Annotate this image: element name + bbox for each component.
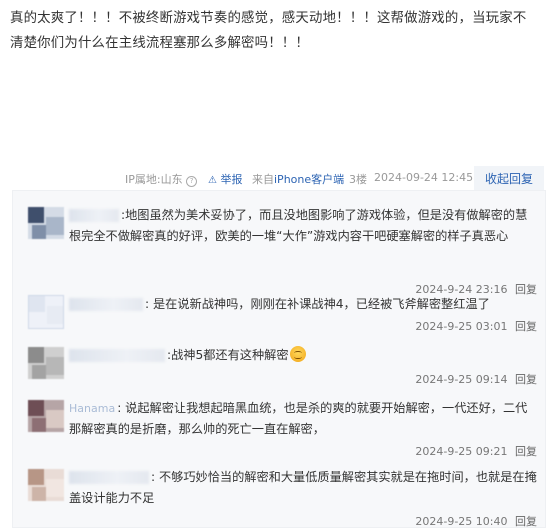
reply-button[interactable]: 回复 xyxy=(515,320,537,333)
reply-content: : 不够巧妙恰当的解密和大量低质量解密其实就是在拖时间，也就是在掩盖设计能力不足 xyxy=(69,467,539,509)
reply-text: :战神5都还有这种解密 xyxy=(167,348,289,362)
help-circle-icon: ? xyxy=(186,176,198,187)
reply-button[interactable]: 回复 xyxy=(515,373,537,386)
avatar[interactable] xyxy=(28,207,64,239)
reply-button[interactable]: 回复 xyxy=(515,515,537,528)
reply-content: Hanama: 说起解密让我想起暗黑血统，也是杀的爽的就要开始解密，一代还好，二… xyxy=(69,398,539,440)
post-datetime: 2024-09-24 12:45 xyxy=(374,171,474,184)
reply-text: : 说起解密让我想起暗黑血统，也是杀的爽的就要开始解密，一代还好，二代那解密真的… xyxy=(69,401,528,436)
reply-content: :地图虽然为美术妥协了，而且没地图影响了游戏体验，但是没有做解密的慧根完全不做解… xyxy=(69,205,539,247)
reply-username[interactable] xyxy=(69,349,165,362)
reply-username[interactable] xyxy=(69,298,143,311)
reply-meta: 2024-9-25 10:40 回复 xyxy=(415,513,537,529)
post-meta-bar: IP属地:山东 ? ⚠ 举报 来自iPhone客户端 3楼 2024-09-24… xyxy=(0,166,544,192)
client-link[interactable]: iPhone客户端 xyxy=(274,173,344,186)
reply-list: :地图虽然为美术妥协了，而且没地图影响了游戏体验，但是没有做解密的慧根完全不做解… xyxy=(12,190,546,528)
avatar[interactable] xyxy=(28,469,64,501)
reply-text: : 是在说新战神吗，刚刚在补课战神4，已经被飞斧解密整红温了 xyxy=(145,297,490,311)
avatar[interactable] xyxy=(28,400,64,432)
warning-icon: ⚠ xyxy=(208,175,217,186)
reply-time: 2024-9-25 09:14 xyxy=(415,373,508,386)
reply-time: 2024-9-25 03:01 xyxy=(415,320,508,333)
reply-username[interactable]: Hanama xyxy=(69,398,115,419)
reply-time: 2024-9-25 10:40 xyxy=(415,515,508,528)
reply-meta: 2024-9-25 03:01 回复 xyxy=(415,318,537,334)
collapse-replies-button[interactable]: 收起回复 xyxy=(474,166,544,192)
reply-time: 2024-9-25 09:21 xyxy=(415,445,508,458)
reply-meta: 2024-9-25 09:14 回复 xyxy=(415,371,537,387)
floor-number: 3楼 xyxy=(349,173,367,186)
reply-username[interactable] xyxy=(69,209,119,222)
reply-text: :地图虽然为美术妥协了，而且没地图影响了游戏体验，但是没有做解密的慧根完全不做解… xyxy=(69,208,528,243)
avatar[interactable] xyxy=(28,347,64,379)
report-link[interactable]: ⚠ 举报 xyxy=(208,171,242,187)
smile-emoji-icon xyxy=(289,346,306,362)
ip-location: IP属地:山东 ? xyxy=(125,171,198,187)
reply-content: : 是在说新战神吗，刚刚在补课战神4，已经被飞斧解密整红温了 xyxy=(69,294,539,315)
post-body-text: 真的太爽了！！！不被终断游戏节奏的感觉，感天动地！！！这帮做游戏的，当玩家不清楚… xyxy=(10,11,527,51)
client-source: 来自iPhone客户端 xyxy=(252,173,345,186)
reply-meta: 2024-9-25 09:21 回复 xyxy=(415,443,537,459)
reply-username[interactable] xyxy=(69,471,149,484)
avatar[interactable] xyxy=(28,295,64,329)
reply-button[interactable]: 回复 xyxy=(515,445,537,458)
reply-content: :战神5都还有这种解密 xyxy=(69,345,539,366)
